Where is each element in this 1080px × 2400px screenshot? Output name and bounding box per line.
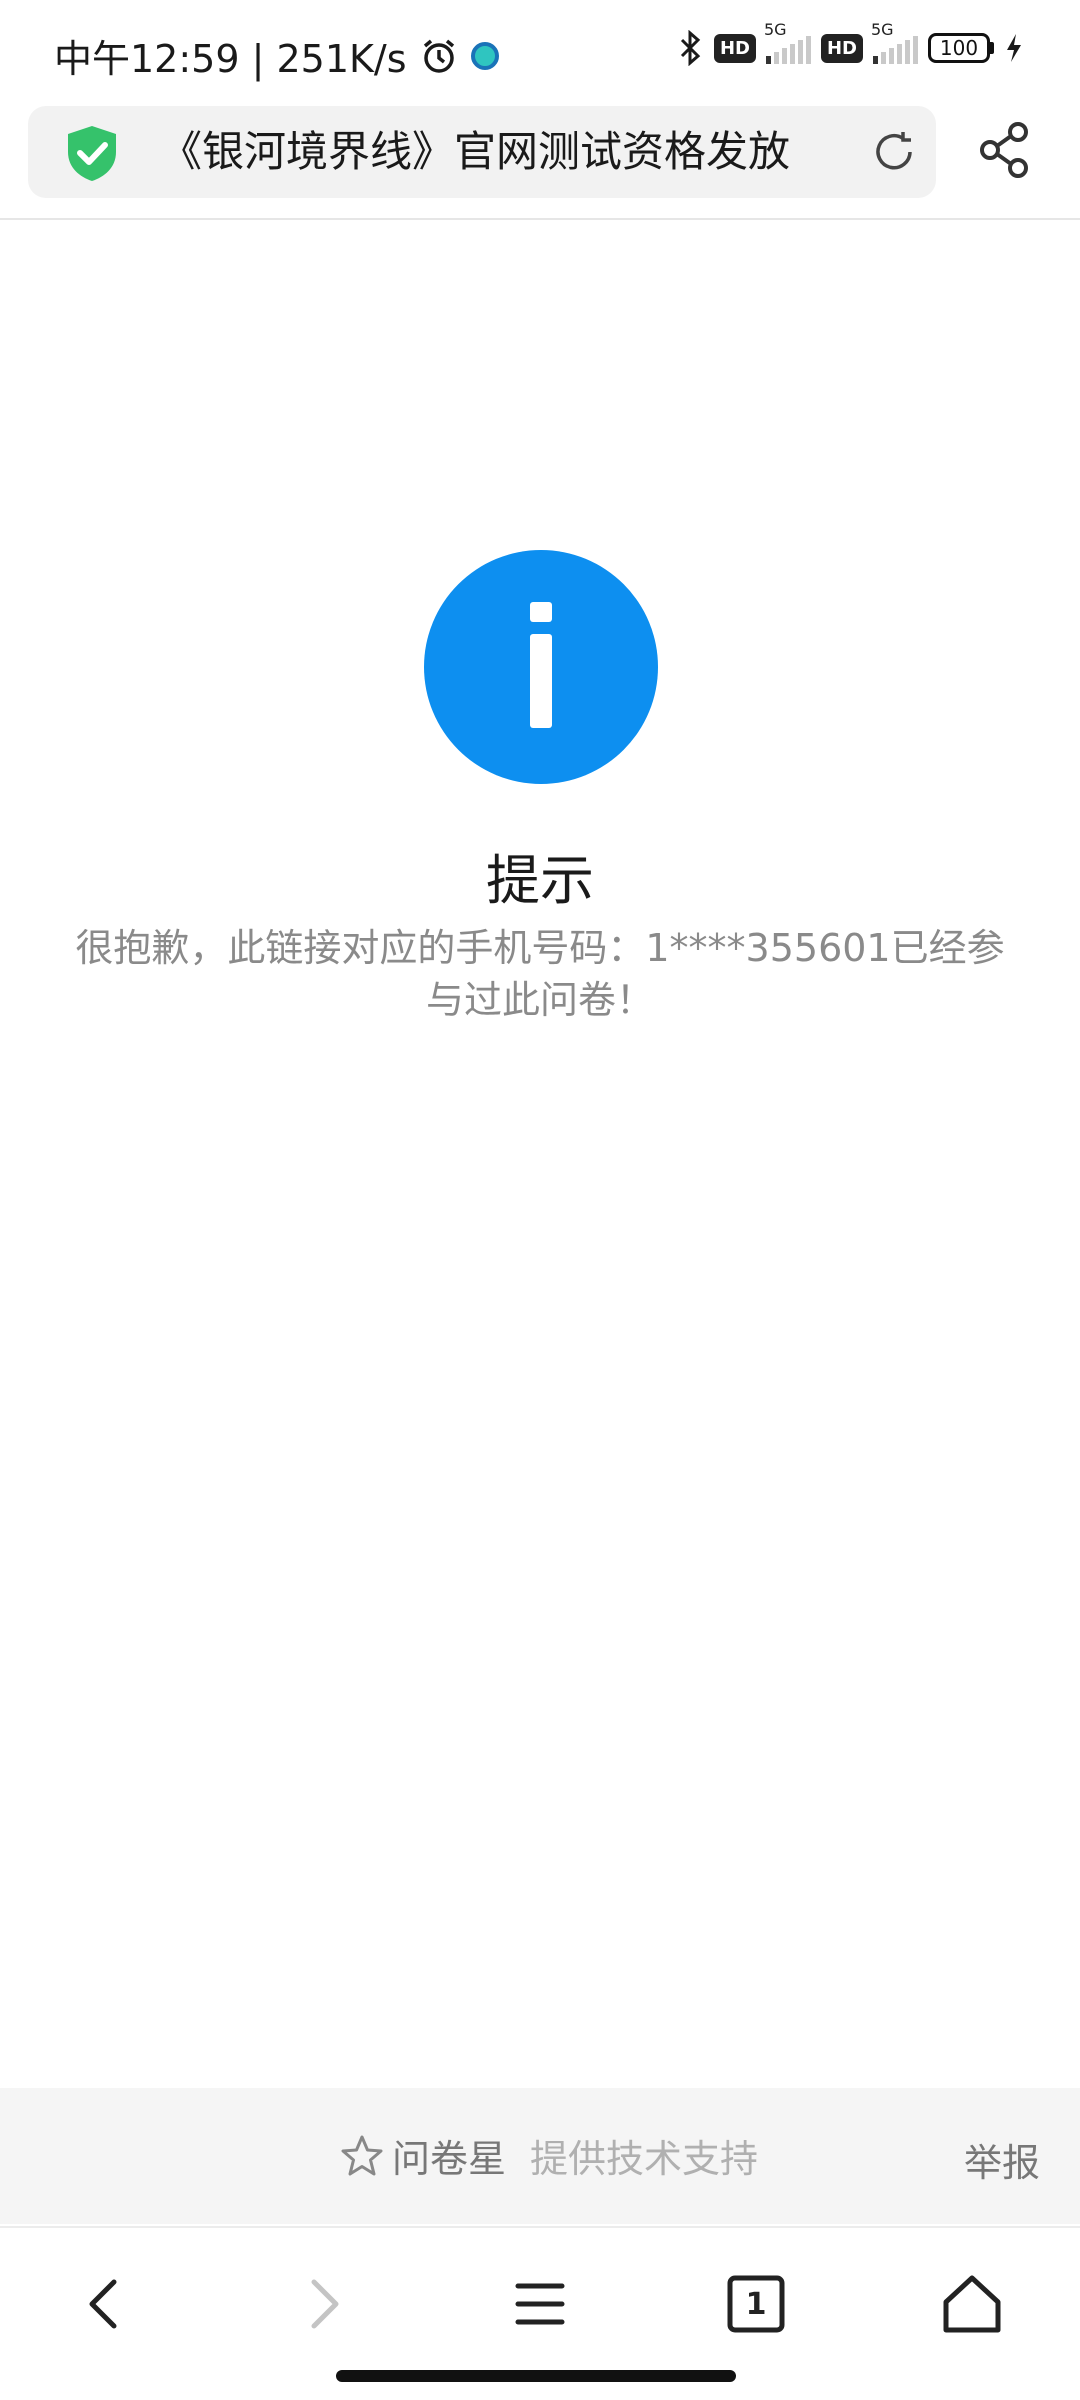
divider bbox=[0, 218, 1080, 220]
network-type: 5G bbox=[871, 20, 894, 39]
share-icon[interactable] bbox=[978, 120, 1034, 180]
gesture-bar[interactable] bbox=[336, 2370, 736, 2382]
signal-icon: 5G bbox=[764, 20, 811, 64]
status-bar: 中午12:59 | 251K/s HD 5G HD 5G 100 bbox=[0, 0, 1080, 100]
star-icon bbox=[341, 2135, 383, 2175]
page-title[interactable]: 《银河境界线》官网测试资格发放 bbox=[160, 126, 860, 178]
brand-support-text: 提供技术支持 bbox=[530, 2137, 759, 2181]
tab-count: 1 bbox=[745, 2286, 767, 2322]
hd-badge: HD bbox=[713, 33, 756, 63]
status-left: 中午12:59 | 251K/s bbox=[54, 28, 499, 83]
brand-credit[interactable]: 问卷星 提供技术支持 bbox=[340, 2128, 758, 2183]
brand-name[interactable]: 问卷星 bbox=[392, 2128, 506, 2183]
security-shield-icon[interactable] bbox=[64, 124, 120, 182]
refresh-icon[interactable] bbox=[870, 128, 918, 176]
home-icon bbox=[943, 2275, 1001, 2333]
hd-badge: HD bbox=[820, 33, 863, 63]
forward-icon bbox=[311, 2279, 339, 2329]
time-and-speed: 中午12:59 | 251K/s bbox=[54, 37, 407, 81]
menu-button[interactable] bbox=[500, 2264, 580, 2344]
menu-icon bbox=[515, 2283, 565, 2325]
signal-icon: 5G bbox=[871, 20, 918, 64]
battery-icon: 100 bbox=[928, 33, 994, 63]
alarm-icon bbox=[423, 39, 454, 73]
page-footer: 问卷星 提供技术支持 举报 bbox=[0, 2088, 1080, 2224]
address-bar[interactable]: 《银河境界线》官网测试资格发放 bbox=[28, 106, 936, 198]
status-right: HD 5G HD 5G 100 bbox=[678, 20, 1024, 66]
charging-icon bbox=[1007, 34, 1021, 62]
home-button[interactable] bbox=[932, 2264, 1012, 2344]
tabs-button[interactable]: 1 bbox=[716, 2264, 796, 2344]
info-icon bbox=[424, 550, 658, 784]
notice-message: 很抱歉，此链接对应的手机号码：1****355601已经参与过此问卷！ bbox=[75, 926, 1005, 1022]
back-button[interactable] bbox=[66, 2264, 146, 2344]
forward-button[interactable] bbox=[282, 2264, 362, 2344]
notice-title: 提示 bbox=[486, 849, 594, 912]
report-link[interactable]: 举报 bbox=[964, 2132, 1040, 2187]
battery-level: 100 bbox=[928, 33, 990, 63]
bluetooth-icon bbox=[680, 30, 701, 66]
app-notification-icon bbox=[470, 41, 499, 70]
network-type: 5G bbox=[763, 20, 787, 39]
back-icon bbox=[89, 2279, 117, 2329]
